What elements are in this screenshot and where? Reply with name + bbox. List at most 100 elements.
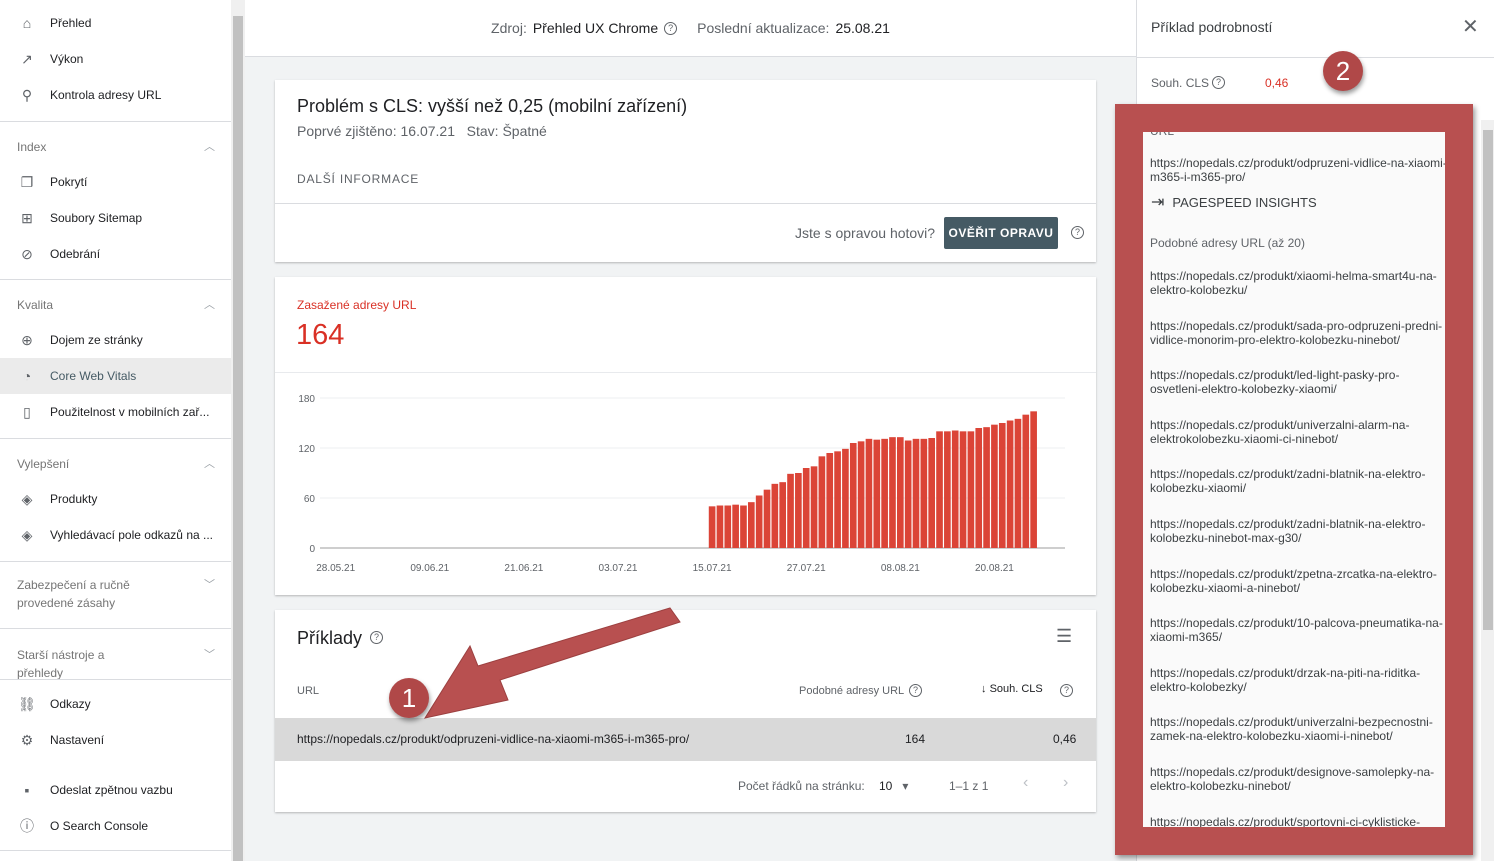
rows-per-page-value: 10 xyxy=(879,779,893,793)
bar xyxy=(1014,418,1022,548)
issue-card: Problém s CLS: vyšší než 0,25 (mobilní z… xyxy=(275,80,1096,262)
col-similar[interactable]: Podobné adresy URL xyxy=(799,685,904,697)
sidebar-item-o-search-console[interactable]: ⓘ O Search Console xyxy=(0,808,231,844)
first-detected: 16.07.21 xyxy=(400,123,456,139)
sidebar-item-label: Výkon xyxy=(50,52,84,66)
chevron-down-icon: ﹀ xyxy=(204,649,215,661)
y-tick-label: 60 xyxy=(304,494,316,505)
sidebar-item-odeslat-zp-tnou-vazbu[interactable]: ▪ Odeslat zpětnou vazbu xyxy=(0,772,231,808)
sidebar-item-produkty[interactable]: ◈ Produkty xyxy=(0,481,231,517)
prev-page-icon[interactable]: ‹ xyxy=(1023,774,1028,792)
bar xyxy=(928,438,936,548)
close-icon[interactable]: ✕ xyxy=(1462,14,1479,39)
scrollbar-thumb[interactable] xyxy=(1483,130,1493,630)
bar xyxy=(975,428,983,548)
help-icon[interactable]: ? xyxy=(1212,76,1225,89)
divider xyxy=(0,121,231,122)
annotation-arrow xyxy=(423,607,681,719)
bar xyxy=(834,451,841,548)
sidebar-item-soubory-sitemap[interactable]: ⊞ Soubory Sitemap xyxy=(0,200,231,236)
layers-icon: ◈ xyxy=(21,490,33,507)
eye-off-icon: ⊘ xyxy=(21,245,33,262)
annotation-highlight-box xyxy=(1115,104,1473,855)
sitemap-icon: ⊞ xyxy=(21,209,33,226)
updated-label: Poslední aktualizace: xyxy=(697,20,830,36)
bar xyxy=(889,437,896,548)
bar-chart: 0 60 120 180 28.05.21 09.06.21 21.06.21 03.07.2… xyxy=(298,394,1065,574)
sidebar-section-header[interactable]: Vylepšení ︿ xyxy=(17,455,215,473)
sidebar-item-dojem-ze-str-nky[interactable]: ⊕ Dojem ze stránky xyxy=(0,322,231,358)
rows-per-page-select[interactable]: 10 ▾ xyxy=(879,779,908,793)
source-bar: Zdroj: Přehled UX Chrome ? Poslední aktu… xyxy=(245,0,1136,57)
sidebar-scrollbar[interactable] xyxy=(231,0,245,861)
sidebar-item-pokryt-[interactable]: ❐ Pokrytí xyxy=(0,164,231,200)
chevron-up-icon: ︿ xyxy=(204,299,215,311)
sidebar-item-label: Dojem ze stránky xyxy=(50,333,143,347)
sidebar-item-nastaven-[interactable]: ⚙ Nastavení xyxy=(0,722,231,758)
panel-scrollbar[interactable] xyxy=(1481,120,1494,861)
sidebar-item-label: Odkazy xyxy=(50,697,91,711)
sidebar-item-v-kon[interactable]: ↗ Výkon xyxy=(0,41,231,77)
next-page-icon[interactable]: › xyxy=(1063,774,1068,792)
sidebar-item-odkazy[interactable]: ⛓ Odkazy xyxy=(0,686,231,722)
help-icon[interactable]: ? xyxy=(664,21,678,35)
bar xyxy=(826,453,834,548)
sidebar-item-label: Vyhledávací pole odkazů na ... xyxy=(50,528,213,542)
copy-icon: ❐ xyxy=(20,173,34,190)
col-url[interactable]: URL xyxy=(297,685,319,697)
home-icon: ⌂ xyxy=(22,15,32,31)
chevron-up-icon: ︿ xyxy=(204,141,215,153)
dropdown-icon: ▾ xyxy=(902,779,909,793)
sidebar-item-core-web-vitals[interactable]: ◔ Core Web Vitals xyxy=(0,358,231,394)
sort-down-icon: ↓ xyxy=(981,683,987,695)
sidebar-section-header[interactable]: Zabezpečení a ručně provedené zásahy ﹀ xyxy=(17,576,215,612)
scrollbar-thumb[interactable] xyxy=(233,16,243,861)
bar xyxy=(881,438,888,548)
divider xyxy=(0,279,231,280)
col-cls[interactable]: ↓ Souh. CLS xyxy=(981,683,1043,695)
bar xyxy=(747,502,755,548)
bar xyxy=(944,431,951,548)
y-tick-label: 120 xyxy=(298,444,315,455)
row-similar: 164 xyxy=(905,732,926,746)
layers-icon: ◈ xyxy=(21,526,33,543)
updated-value: 25.08.21 xyxy=(835,20,890,36)
divider xyxy=(0,628,231,629)
x-tick-label: 08.08.21 xyxy=(881,563,920,574)
divider xyxy=(0,561,231,562)
sidebar-item-kontrola-adresy-url[interactable]: ⚲ Kontrola adresy URL xyxy=(0,77,231,113)
rows-per-page-label: Počet řádků na stránku: xyxy=(738,779,865,793)
bar xyxy=(802,468,810,548)
divider xyxy=(0,438,231,439)
help-icon[interactable]: ? xyxy=(909,684,922,697)
source-label: Zdroj: xyxy=(491,20,527,36)
sidebar-item-pou-itelnost-v-mobiln-ch-za-[interactable]: ▯ Použitelnost v mobilních zař... xyxy=(0,394,231,430)
bar xyxy=(1022,414,1030,548)
sidebar-item-p-ehled[interactable]: ⌂ Přehled xyxy=(0,5,231,41)
x-tick-label: 20.08.21 xyxy=(975,563,1014,574)
sidebar-item-label: Odebrání xyxy=(50,247,101,261)
bar xyxy=(724,505,732,548)
sidebar-section-header[interactable]: Kvalita ︿ xyxy=(17,296,215,314)
sidebar-section-header[interactable]: Starší nástroje a přehledy ﹀ xyxy=(17,646,215,682)
filter-icon[interactable]: ☰ xyxy=(1056,626,1072,647)
sidebar-item-vyhled-vac-pole-odkaz-na-[interactable]: ◈ Vyhledávací pole odkazů na ... xyxy=(0,517,231,553)
validate-fix-button[interactable]: OVĚŘIT OPRAVU xyxy=(944,217,1058,249)
section-title: Starší nástroje a přehledy xyxy=(17,648,105,680)
sidebar-item-odebr-n-[interactable]: ⊘ Odebrání xyxy=(0,236,231,272)
help-icon[interactable]: ? xyxy=(1060,684,1073,697)
examples-title: Příklady xyxy=(297,628,363,648)
annotation-badge-1: 1 xyxy=(389,678,429,718)
bar xyxy=(708,506,716,548)
x-tick-label: 28.05.21 xyxy=(316,563,355,574)
panel-cls-label: Souh. CLS xyxy=(1151,76,1210,90)
more-info-link[interactable]: DALŠÍ INFORMACE xyxy=(297,172,419,186)
bar xyxy=(959,431,967,548)
sidebar-section-header[interactable]: Index ︿ xyxy=(17,138,215,156)
bar xyxy=(998,423,1006,548)
help-icon[interactable]: ? xyxy=(1071,226,1084,239)
divider xyxy=(275,372,1096,373)
bar xyxy=(787,473,794,548)
divider xyxy=(0,679,231,680)
bar xyxy=(818,456,826,548)
